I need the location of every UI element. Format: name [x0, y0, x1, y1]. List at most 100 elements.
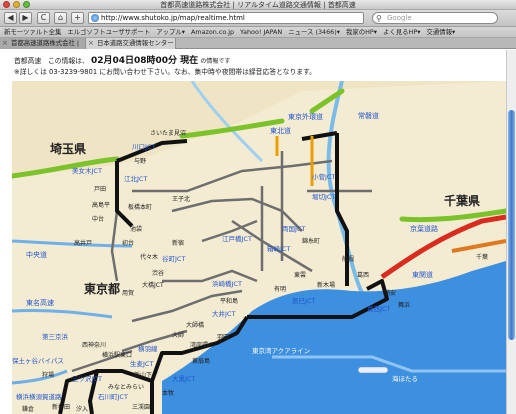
road-tohoku: 東北道	[270, 126, 291, 135]
traffic-map[interactable]: 埼玉県 東京都 千葉県 東北道 東京外環道 常磐道 中央道 東名高速 京葉道路 …	[12, 81, 506, 414]
place-label[interactable]: 渋谷	[152, 269, 164, 277]
road-joban: 常磐道	[358, 111, 379, 120]
junction-label[interactable]: 江北JCT	[124, 175, 147, 183]
junction-label[interactable]: 葛西JCT	[367, 304, 390, 313]
road-yokohama-yokosuka: 横浜横須賀道路	[16, 392, 62, 401]
place-label[interactable]: 舞浜	[398, 301, 410, 309]
place-label[interactable]: さいたま見沼	[150, 129, 186, 137]
bookmark-item[interactable]: ニュース (3466)▾	[288, 27, 340, 37]
close-tab-icon[interactable]: ×	[2, 38, 8, 49]
bookmark-item[interactable]: アップル▾	[156, 27, 185, 37]
junction-label[interactable]: 三ツ沢JCT	[72, 374, 102, 383]
place-label[interactable]: 葛西	[357, 271, 369, 279]
place-label[interactable]: 与野	[134, 157, 146, 165]
junction-label[interactable]: 江戸橋JCT	[222, 234, 252, 243]
place-label[interactable]: 狩場	[42, 371, 54, 379]
place-label[interactable]: 用賀	[122, 289, 134, 297]
junction-label[interactable]: 堀切JCT	[312, 192, 335, 201]
place-label[interactable]: 西神奈川	[82, 341, 106, 349]
junction-label[interactable]: 辰巳JCT	[292, 297, 315, 305]
road-daisan-keihin: 第三京浜	[42, 332, 69, 341]
bookmark-item[interactable]: 交通情報▾	[426, 27, 455, 37]
place-label[interactable]: 大橋JCT	[142, 281, 164, 289]
junction-label[interactable]: 大井JCT	[212, 309, 235, 318]
bookmark-item[interactable]: エルゴソフトユーザサポート	[67, 27, 150, 37]
place-label[interactable]: みなとみらい	[108, 384, 144, 391]
road-yokohane: 横羽線	[138, 344, 158, 353]
place-label[interactable]: 大師橋	[186, 321, 204, 329]
umihotaru-island	[357, 366, 389, 374]
bookmark-item[interactable]: Amazon.co.jp	[191, 27, 234, 37]
place-label[interactable]: 本牧	[162, 389, 174, 397]
place-label[interactable]: 平和島	[220, 297, 238, 305]
place-label[interactable]: 鎌倉	[22, 405, 34, 413]
place-label[interactable]: 千葉	[476, 253, 488, 261]
place-label[interactable]: 横浜駅東口	[102, 351, 132, 359]
title-bar: 首都高速道路株式会社 | リアルタイム道路交通情報 | 首都高速	[0, 0, 516, 10]
place-label[interactable]: 錦糸町	[302, 237, 320, 245]
update-time: 02月04日08時00分 現在	[90, 56, 199, 66]
search-field[interactable]: ⚲ Google	[372, 12, 498, 24]
bookmark-item[interactable]: 新モーツァルト全集	[4, 27, 61, 37]
reload-button[interactable]: C	[37, 12, 50, 24]
junction-label[interactable]: 石川町JCT	[98, 393, 128, 401]
place-label[interactable]: 東扇島	[192, 357, 210, 365]
road-keiyo: 京葉道路	[410, 224, 438, 233]
road-tomei: 東名高速	[26, 298, 54, 307]
place-label[interactable]: 戸田	[94, 186, 106, 193]
tab-shutoko[interactable]: × 首都高速道路株式会社 |	[0, 38, 86, 49]
bookmark-item[interactable]: Yahoo! JAPAN	[240, 27, 282, 37]
place-label[interactable]: 汐入	[76, 405, 88, 413]
place-label[interactable]: 有明	[274, 285, 286, 293]
junction-label[interactable]: 小菅JCT	[312, 172, 335, 181]
place-label[interactable]: 新山下	[134, 371, 152, 379]
tab-jartic[interactable]: × 日本道路交通情報センター	[86, 38, 176, 49]
junction-label[interactable]: 美女木JCT	[72, 166, 102, 175]
site-icon	[91, 14, 99, 22]
add-bookmark-button[interactable]: +	[71, 12, 84, 24]
place-label[interactable]: 浦安	[384, 289, 396, 297]
junction-label[interactable]: 谷町JCT	[162, 254, 185, 263]
junction-label[interactable]: 箱崎JCT	[267, 244, 290, 253]
place-label[interactable]: 板橋本町	[128, 203, 152, 211]
junction-label[interactable]: 生麦JCT	[130, 359, 153, 368]
back-button[interactable]: ◀	[4, 12, 17, 24]
place-label[interactable]: 代々木	[140, 253, 158, 261]
junction-label[interactable]: 浜崎橋JCT	[212, 279, 242, 288]
road-chuo: 中央道	[26, 250, 47, 259]
place-label[interactable]: 羽田	[217, 334, 229, 341]
search-placeholder: Google	[387, 14, 412, 22]
place-label[interactable]: 三渓園	[132, 403, 150, 411]
close-tab-icon[interactable]: ×	[88, 38, 94, 49]
forward-button[interactable]: ▶	[19, 12, 32, 24]
place-label[interactable]: 新木場	[317, 281, 335, 289]
place-label[interactable]: 中台	[92, 215, 104, 223]
bookmarks-bar: 新モーツァルト全集 エルゴソフトユーザサポート アップル▾ Amazon.co.…	[0, 27, 516, 38]
junction-label[interactable]: 川口JCT	[132, 143, 155, 151]
place-label[interactable]: 王子北	[172, 195, 190, 203]
scrollbar-thumb[interactable]	[508, 110, 515, 340]
vertical-scrollbar[interactable]	[506, 50, 516, 414]
place-label[interactable]: 池袋	[130, 225, 142, 233]
home-button[interactable]: ⌂	[54, 12, 67, 24]
url-text: http://www.shutoko.jp/map/realtime.html	[101, 14, 245, 22]
place-label[interactable]: 湾岸環八	[190, 341, 214, 349]
bookmark-item[interactable]: よく見るHP▾	[383, 27, 420, 37]
place-label[interactable]: 高島平	[92, 201, 110, 209]
contact-note: ※詳しくは 03-3239-9801 にお問い合わせ下さい。なお、集中時や夜間帯…	[14, 68, 316, 76]
place-label[interactable]: 新宿	[172, 239, 184, 247]
junction-label[interactable]: 両国JCT	[282, 225, 305, 233]
junction-label[interactable]: 大黒JCT	[172, 374, 195, 383]
traffic-info-header: 首都高速 この情報は、 02月04日08時00分 現在 の情報です ※詳しくは …	[14, 56, 316, 78]
place-label[interactable]: 大師	[172, 331, 184, 339]
region-tokyo: 東京都	[84, 281, 120, 296]
place-label[interactable]: 高井戸	[74, 239, 92, 247]
place-label[interactable]: 東雲	[294, 271, 306, 279]
address-bar[interactable]: http://www.shutoko.jp/map/realtime.html	[88, 12, 364, 24]
road-gaikan: 東京外環道	[288, 112, 323, 121]
search-icon: ⚲	[376, 14, 382, 23]
place-label[interactable]: 初台	[122, 239, 134, 247]
place-label[interactable]: 船堀	[342, 255, 354, 263]
bookmark-item[interactable]: 我家のHP▾	[346, 27, 377, 37]
place-label[interactable]: 新杉田	[52, 403, 70, 411]
